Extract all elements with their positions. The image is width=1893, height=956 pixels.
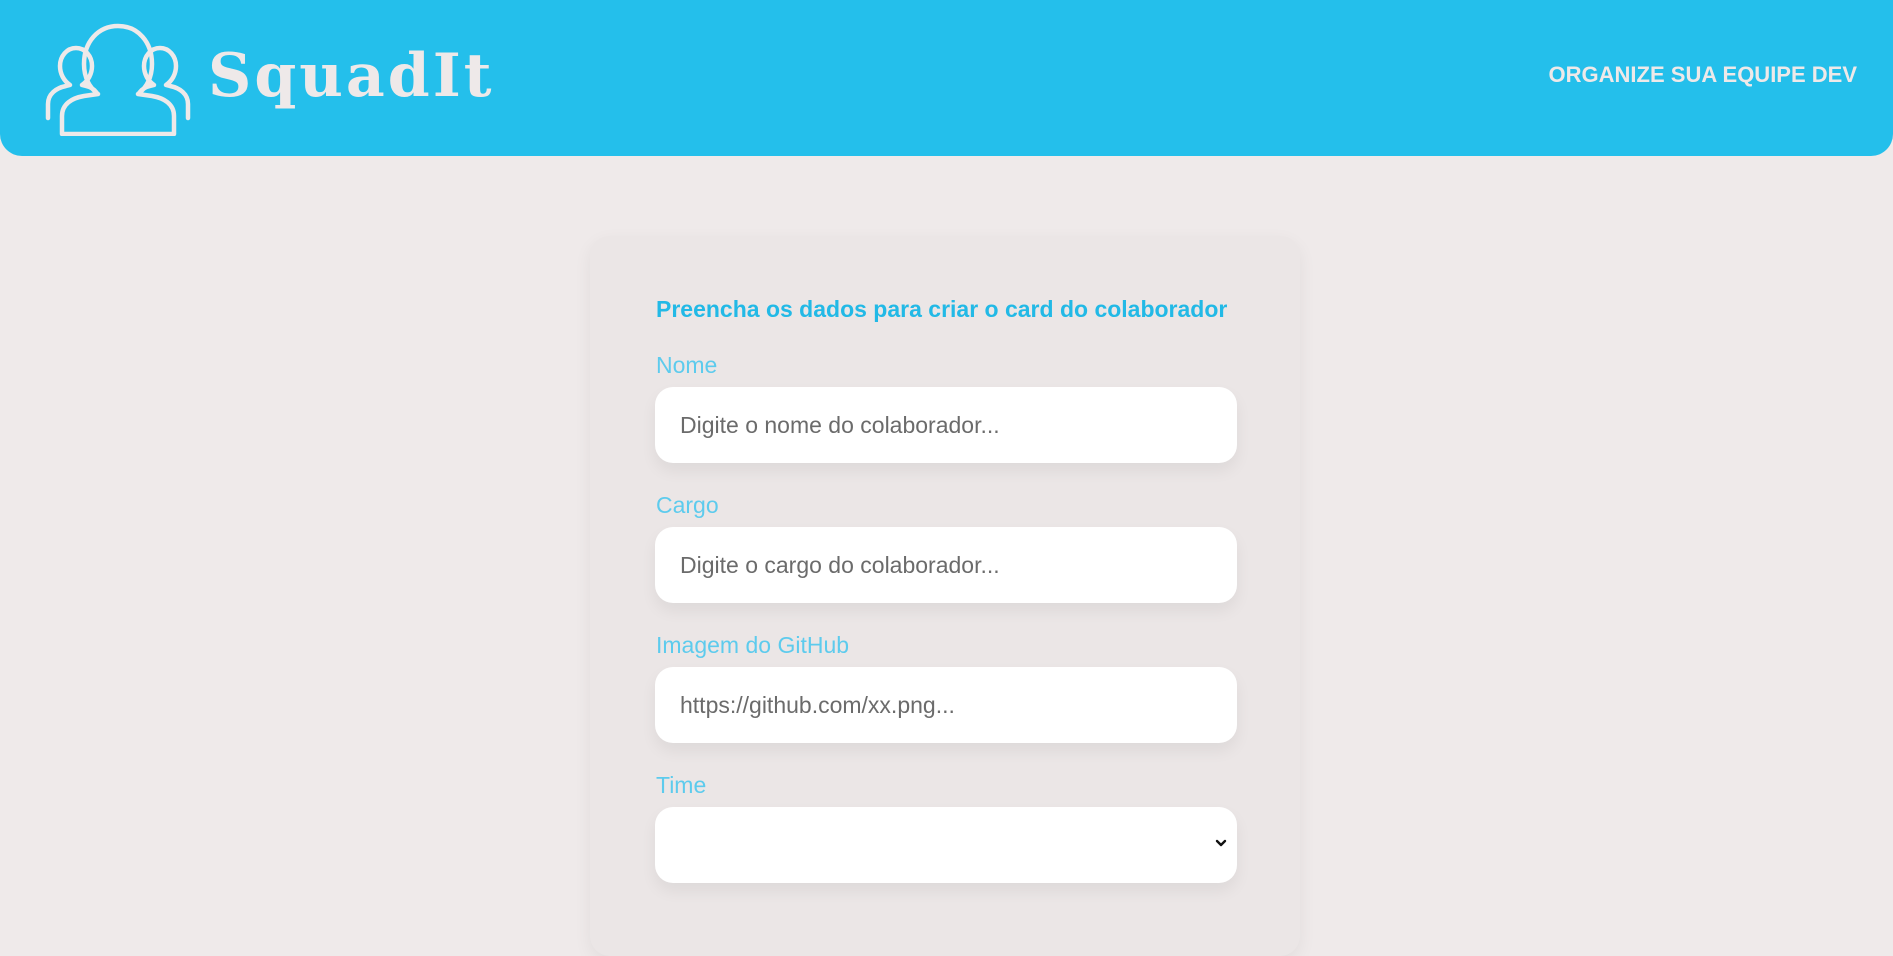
header-tagline: ORGANIZE SUA EQUIPE DEV: [1548, 62, 1857, 87]
collaborator-form: Preencha os dados para criar o card do c…: [590, 236, 1300, 956]
team-label: Time: [656, 772, 707, 798]
users-group-icon: [45, 23, 191, 136]
github-image-label: Imagem do GitHub: [656, 632, 850, 658]
name-input[interactable]: [655, 387, 1237, 463]
brand-logo[interactable]: SquadIt: [40, 12, 495, 136]
top-header: SquadIt ORGANIZE SUA EQUIPE DEV: [0, 0, 1893, 156]
github-image-input[interactable]: [655, 667, 1237, 743]
role-input[interactable]: [655, 527, 1237, 603]
brand-name: SquadIt: [208, 41, 495, 111]
role-label: Cargo: [656, 492, 719, 518]
team-select[interactable]: [655, 807, 1237, 883]
name-label: Nome: [656, 352, 718, 378]
chevron-down-icon: [1215, 839, 1227, 847]
form-title: Preencha os dados para criar o card do c…: [656, 296, 1228, 322]
